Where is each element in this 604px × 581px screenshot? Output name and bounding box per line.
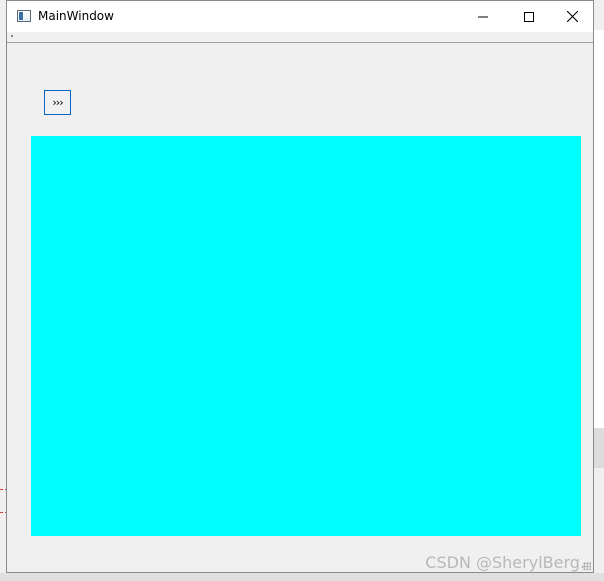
window-title: MainWindow [38, 9, 114, 23]
expand-button[interactable]: ››› [44, 90, 71, 115]
close-icon [567, 11, 578, 22]
menubar-grip [11, 35, 13, 37]
maximize-button[interactable] [506, 1, 552, 32]
minimize-button[interactable] [460, 1, 506, 32]
background-window-fragment [594, 428, 604, 468]
watermark-text: CSDN @SherylBerg. [425, 553, 585, 572]
maximize-icon [524, 11, 534, 22]
title-bar[interactable]: MainWindow [7, 1, 593, 32]
minimize-icon [478, 16, 488, 17]
size-grip[interactable] [583, 562, 591, 570]
close-button[interactable] [552, 1, 593, 32]
background-taskbar-edge [0, 573, 604, 581]
content-panel [31, 136, 581, 536]
menu-bar [7, 32, 593, 43]
background-window-edge [594, 30, 604, 440]
main-window: MainWindow ››› CSDN @SherylBerg. [6, 0, 594, 573]
app-window-icon[interactable] [17, 10, 31, 22]
